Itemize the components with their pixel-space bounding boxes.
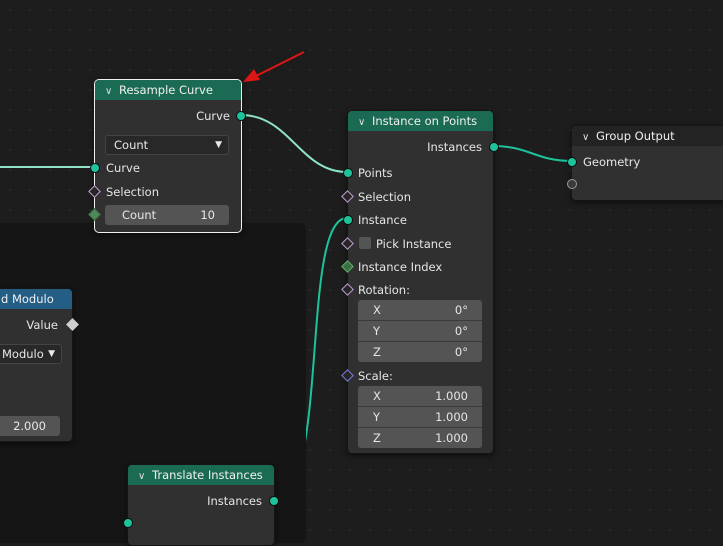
link-instances-to-geometry	[492, 145, 573, 162]
math-value-field[interactable]: 2.000	[0, 416, 60, 436]
instance-on-points-header[interactable]: ∨ Instance on Points	[348, 111, 493, 131]
math-node[interactable]: d Modulo Value Modulo ▼ 2.000	[0, 288, 79, 442]
group-output-header[interactable]: ∨ Group Output	[572, 126, 723, 146]
rotation-y-field[interactable]: Y 0°	[358, 321, 482, 342]
output-instances-socket[interactable]	[489, 142, 499, 152]
points-socket[interactable]	[343, 168, 353, 178]
resample-curve-node[interactable]: ∨ Resample Curve Curve Count ▼ Curve Sele…	[88, 79, 246, 233]
math-node-title: d Modulo	[1, 292, 54, 306]
axis-value: 1.000	[435, 431, 468, 445]
math-mode-value: Modulo	[2, 347, 44, 361]
axis-label: Y	[373, 410, 381, 424]
rotation-vector[interactable]: X 0° Y 0° Z 0°	[358, 300, 482, 362]
pick-instance-label: Pick Instance	[376, 237, 452, 251]
scale-x-field[interactable]: X 1.000	[358, 386, 482, 407]
scale-vector[interactable]: X 1.000 Y 1.000 Z 1.000	[358, 386, 482, 448]
chevron-down-icon: ▼	[215, 140, 222, 150]
link-curve-to-points	[240, 114, 348, 173]
output-curve-label: Curve	[196, 109, 230, 123]
count-label: Count	[122, 208, 157, 222]
rotation-label: Rotation:	[358, 283, 410, 297]
input-curve-label: Curve	[106, 161, 140, 175]
instance-on-points-title: Instance on Points	[372, 114, 478, 128]
instance-on-points-node[interactable]: ∨ Instance on Points Instances Points Sel…	[341, 110, 499, 454]
input-curve-socket[interactable]	[90, 163, 100, 173]
collapse-chevron-icon[interactable]: ∨	[138, 467, 152, 485]
resample-mode-value: Count	[114, 138, 149, 152]
axis-value: 1.000	[435, 389, 468, 403]
empty-input-socket[interactable]	[567, 179, 577, 189]
collapse-chevron-icon[interactable]: ∨	[358, 113, 372, 131]
axis-value: 0°	[454, 345, 468, 359]
geometry-socket[interactable]	[567, 157, 577, 167]
axis-value: 0°	[454, 324, 468, 338]
count-value: 10	[200, 208, 215, 222]
axis-label: Z	[373, 431, 381, 445]
instance-socket[interactable]	[343, 215, 353, 225]
geometry-label: Geometry	[583, 155, 641, 169]
axis-label: Z	[373, 345, 381, 359]
axis-value: 1.000	[435, 410, 468, 424]
annotation-arrow	[243, 51, 305, 82]
resample-mode-dropdown[interactable]: Count ▼	[105, 135, 229, 155]
math-output-value-label: Value	[26, 318, 58, 332]
scale-y-field[interactable]: Y 1.000	[358, 407, 482, 428]
output-curve-socket[interactable]	[236, 111, 246, 121]
translate-instances-header[interactable]: ∨ Translate Instances	[128, 465, 274, 485]
collapse-chevron-icon[interactable]: ∨	[582, 128, 596, 146]
axis-value: 0°	[454, 303, 468, 317]
pick-instance-checkbox[interactable]	[359, 237, 371, 249]
instance-label: Instance	[358, 213, 407, 227]
math-mode-dropdown[interactable]: Modulo ▼	[0, 344, 62, 364]
selection-label: Selection	[358, 190, 411, 204]
math-node-header[interactable]: d Modulo	[0, 289, 72, 309]
resample-curve-title: Resample Curve	[119, 83, 213, 97]
scale-label: Scale:	[358, 369, 393, 383]
translate-instances-node[interactable]: ∨ Translate Instances Instances	[123, 464, 279, 546]
translate-output-instances-label: Instances	[207, 494, 262, 508]
instance-index-label: Instance Index	[358, 260, 443, 274]
count-field[interactable]: Count 10	[105, 205, 229, 225]
rotation-z-field[interactable]: Z 0°	[358, 342, 482, 362]
axis-label: X	[373, 389, 381, 403]
translate-instances-title: Translate Instances	[152, 468, 263, 482]
translate-output-instances-socket[interactable]	[269, 496, 279, 506]
scale-z-field[interactable]: Z 1.000	[358, 428, 482, 448]
output-instances-label: Instances	[427, 140, 482, 154]
group-output-node[interactable]: ∨ Group Output Geometry	[567, 125, 723, 201]
selection-label: Selection	[106, 185, 159, 199]
math-value-number: 2.000	[13, 419, 46, 433]
chevron-down-icon: ▼	[48, 349, 55, 359]
translate-input-socket[interactable]	[123, 518, 133, 528]
rotation-x-field[interactable]: X 0°	[358, 300, 482, 321]
axis-label: X	[373, 303, 381, 317]
axis-label: Y	[373, 324, 381, 338]
collapse-chevron-icon[interactable]: ∨	[105, 82, 119, 100]
group-output-title: Group Output	[596, 129, 675, 143]
resample-curve-header[interactable]: ∨ Resample Curve	[95, 80, 241, 100]
points-label: Points	[358, 166, 393, 180]
